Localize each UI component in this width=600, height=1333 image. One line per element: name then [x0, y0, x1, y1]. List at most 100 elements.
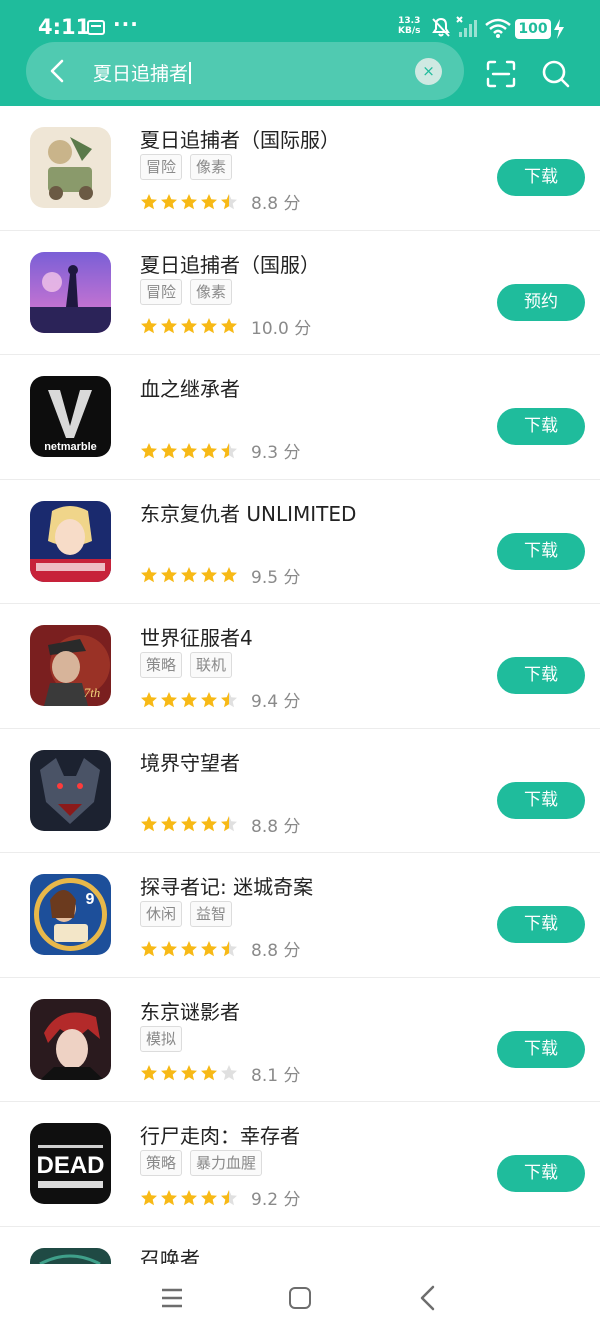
app-list-item[interactable]: 夏日追捕者（国服） 冒险 像素 10.0 分 预约	[0, 231, 600, 355]
app-icon-summoner[interactable]	[30, 1247, 111, 1264]
app-icon-seekers-notes[interactable]: 9	[30, 874, 111, 955]
back-icon[interactable]	[418, 1285, 438, 1311]
star-full-icon	[201, 691, 217, 707]
battery-level: 100	[515, 19, 551, 39]
star-full-icon	[161, 318, 177, 334]
star-rating	[140, 566, 238, 584]
star-full-icon	[181, 442, 197, 458]
app-score: 10.0 分	[251, 318, 312, 339]
charging-icon	[554, 19, 564, 39]
app-tag: 暴力血腥	[190, 1150, 263, 1176]
star-full-icon	[181, 1189, 197, 1205]
app-name[interactable]: 世界征服者4	[140, 622, 253, 651]
app-icon-tokyo-mystery[interactable]	[30, 998, 111, 1080]
reserve-button[interactable]: 预约	[497, 283, 585, 321]
download-button[interactable]: 下载	[497, 1155, 585, 1192]
app-list-item[interactable]: 9 探寻者记: 迷城奇案 休闲 益智 8.8 分 下载	[0, 853, 600, 978]
download-button[interactable]: 下载	[497, 159, 585, 196]
app-tag: 休闲	[140, 901, 183, 927]
app-list-item[interactable]: 境界守望者 8.8 分 下载	[0, 729, 600, 853]
star-full-icon	[181, 691, 197, 707]
download-button[interactable]: 下载	[497, 906, 585, 943]
app-icon-walking-dead-survivors[interactable]: DEAD	[30, 1123, 111, 1204]
star-full-icon	[181, 1065, 197, 1081]
app-name[interactable]: 境界守望者	[140, 747, 240, 776]
download-button[interactable]: 下载	[497, 781, 585, 819]
text-cursor	[189, 62, 192, 84]
app-name[interactable]: 行尸走肉：幸存者	[140, 1120, 300, 1149]
app-list-item[interactable]: DEAD 行尸走肉：幸存者 策略 暴力血腥 9.2 分 下载	[0, 1102, 600, 1227]
star-full-icon	[201, 816, 217, 832]
app-icon-summer-pursuer-global[interactable]	[30, 127, 111, 208]
star-full-icon	[161, 816, 177, 832]
star-full-icon	[201, 567, 217, 583]
scan-icon[interactable]	[486, 60, 516, 88]
star-full-icon	[141, 1065, 157, 1081]
app-rating: 9.4 分	[140, 687, 300, 712]
app-rating: 8.8 分	[140, 812, 300, 837]
app-tags: 冒险 像素	[140, 154, 233, 180]
app-tag: 益智	[190, 901, 233, 927]
search-icon[interactable]	[541, 59, 571, 89]
search-query: 夏日追捕者	[93, 63, 189, 85]
star-full-icon	[181, 567, 197, 583]
star-full-icon	[201, 193, 217, 209]
app-icon-blood-heir[interactable]: netmarble	[30, 376, 111, 457]
star-full-icon	[141, 1189, 157, 1205]
back-arrow-icon[interactable]	[44, 57, 72, 85]
app-tags: 休闲 益智	[140, 901, 233, 927]
app-rating: 8.1 分	[140, 1061, 300, 1086]
star-full-icon	[141, 691, 157, 707]
app-list-item-partial[interactable]: 召唤者	[0, 1227, 600, 1271]
app-tag: 策略	[140, 652, 183, 678]
clear-search-button[interactable]: ×	[415, 58, 442, 85]
system-navigation-bar	[0, 1264, 600, 1333]
star-full-icon	[161, 567, 177, 583]
network-speed-value: 13.3	[398, 16, 421, 26]
app-name[interactable]: 东京复仇者 UNLIMITED	[140, 498, 356, 527]
star-rating	[140, 317, 238, 335]
app-rating: 10.0 分	[140, 314, 311, 339]
app-list-item[interactable]: netmarble 血之继承者 9.3 分 下载	[0, 355, 600, 480]
app-icon-summer-pursuer-cn[interactable]	[30, 251, 111, 333]
star-full-icon	[161, 940, 177, 956]
download-button[interactable]: 下载	[497, 532, 585, 570]
more-notifications-indicator: ···	[113, 12, 139, 36]
app-name[interactable]: 血之继承者	[140, 373, 240, 402]
app-tags: 策略 联机	[140, 652, 233, 678]
app-rating: 9.5 分	[140, 563, 300, 588]
star-full-icon	[181, 193, 197, 209]
menu-icon[interactable]	[161, 1288, 183, 1308]
app-icon-realm-watcher[interactable]	[30, 749, 111, 831]
star-full-icon	[161, 1065, 177, 1081]
star-half-icon	[221, 940, 237, 956]
app-name[interactable]: 夏日追捕者（国际服）	[140, 124, 340, 153]
app-rating: 8.8 分	[140, 189, 300, 214]
search-bar[interactable]: 夏日追捕者 ×	[26, 42, 464, 100]
download-button[interactable]: 下载	[497, 1030, 585, 1068]
app-list-item[interactable]: 东京谜影者 模拟 8.1 分 下载	[0, 978, 600, 1102]
app-name[interactable]: 东京谜影者	[140, 996, 240, 1025]
search-input[interactable]: 夏日追捕者	[93, 59, 192, 86]
star-full-icon	[141, 193, 157, 209]
star-rating	[140, 1189, 238, 1207]
app-icon-world-conqueror-4[interactable]: 7th	[30, 625, 111, 706]
home-icon[interactable]	[289, 1287, 311, 1309]
download-button[interactable]: 下载	[497, 408, 585, 445]
star-empty-icon	[221, 1065, 237, 1081]
app-tag: 模拟	[140, 1025, 183, 1052]
app-name[interactable]: 探寻者记: 迷城奇案	[140, 871, 313, 900]
star-full-icon	[221, 318, 237, 334]
app-tag: 像素	[190, 278, 233, 305]
notification-app-icon	[87, 20, 105, 35]
app-rating: 9.3 分	[140, 438, 300, 463]
app-list-item[interactable]: 夏日追捕者（国际服） 冒险 像素 8.8 分 下载	[0, 106, 600, 231]
star-full-icon	[161, 442, 177, 458]
app-score: 8.1 分	[251, 1065, 301, 1086]
app-list-item[interactable]: 7th 世界征服者4 策略 联机 9.4 分 下载	[0, 604, 600, 729]
app-name[interactable]: 夏日追捕者（国服）	[140, 249, 320, 278]
download-button[interactable]: 下载	[497, 657, 585, 694]
app-icon-tokyo-revengers[interactable]	[30, 500, 111, 582]
app-list-item[interactable]: 东京复仇者 UNLIMITED 9.5 分 下载	[0, 480, 600, 604]
status-time: 4:11	[38, 15, 91, 39]
